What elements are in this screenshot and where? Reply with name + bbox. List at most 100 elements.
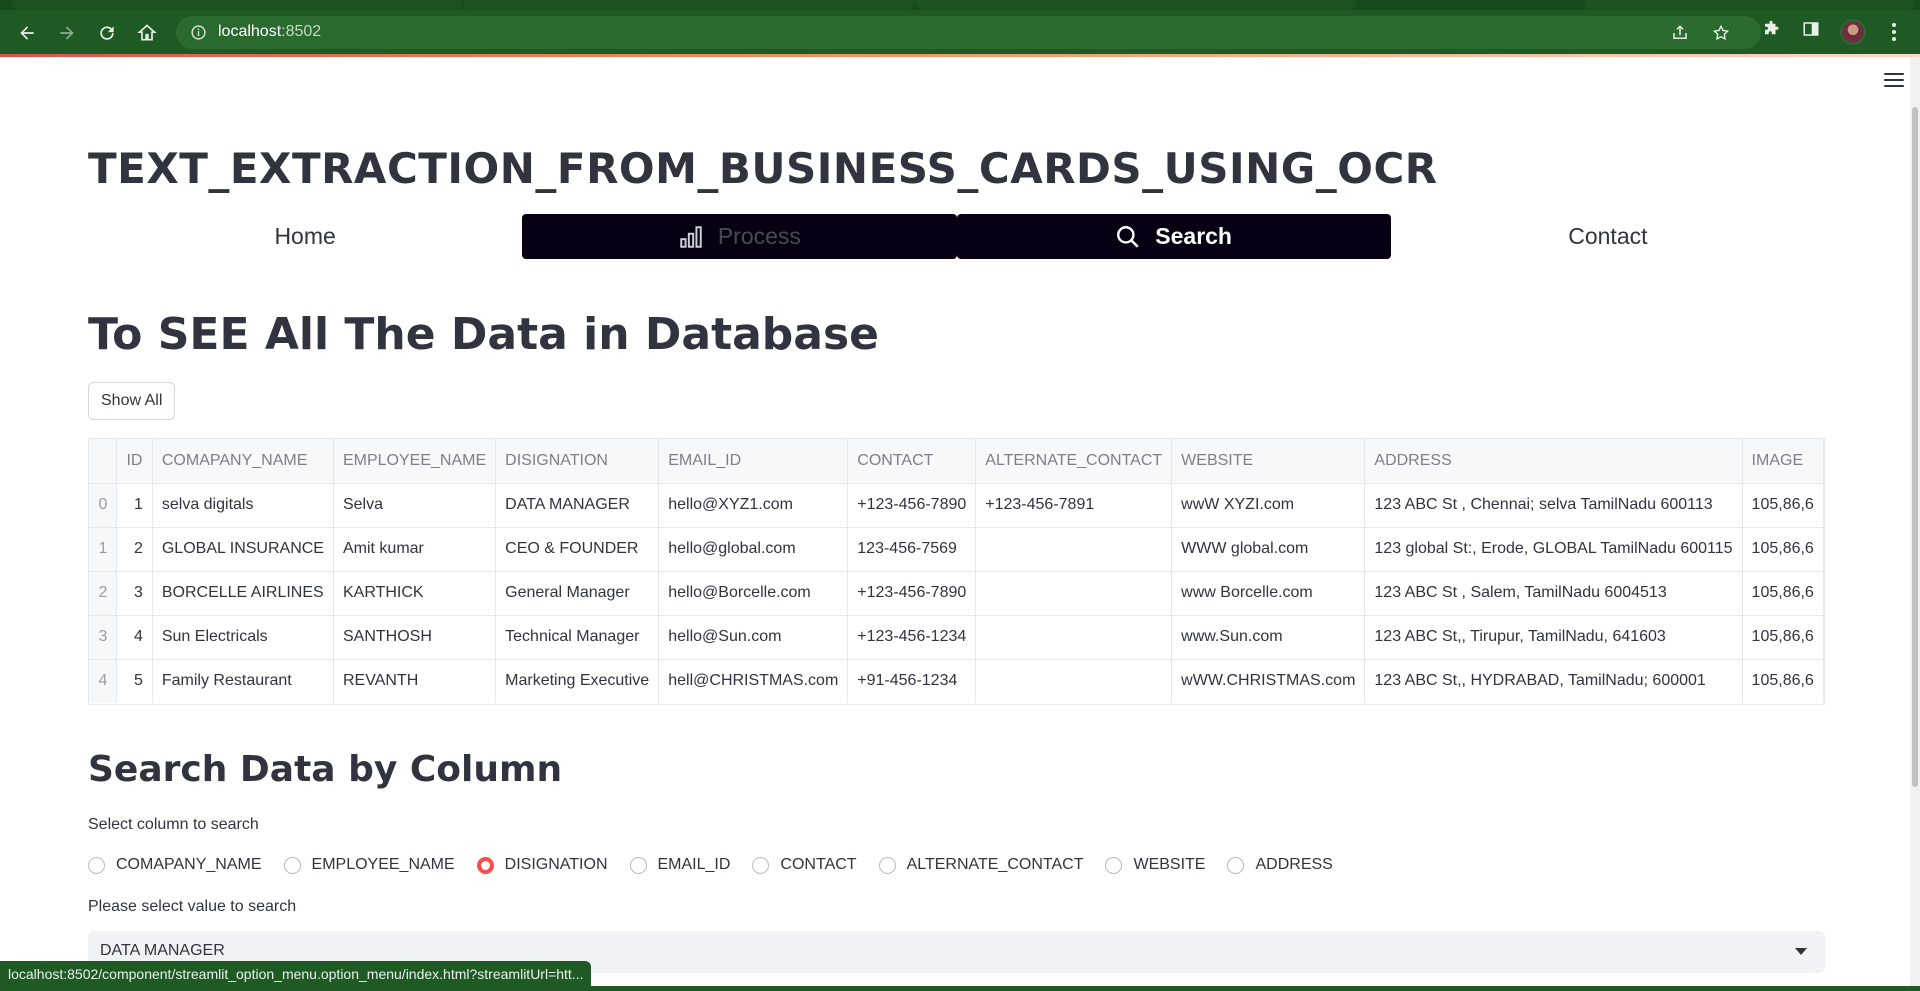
star-icon[interactable] xyxy=(1712,24,1730,42)
table-cell[interactable]: 4 xyxy=(116,615,153,660)
table-cell[interactable] xyxy=(975,571,1173,616)
table-cell[interactable]: hello@Borcelle.com xyxy=(658,571,849,616)
table-cell[interactable]: DATA MANAGER xyxy=(495,483,660,528)
radio-option-address[interactable]: ADDRESS xyxy=(1227,856,1333,874)
table-cell[interactable]: 5 xyxy=(116,659,153,703)
browser-tab[interactable] xyxy=(12,0,462,10)
table-cell[interactable]: 123 ABC St , Salem, TamilNadu 6004513 xyxy=(1364,571,1743,616)
menu-item-home[interactable]: Home xyxy=(88,214,522,259)
table-cell[interactable]: 123 ABC St,, Tirupur, TamilNadu, 641603 xyxy=(1364,615,1743,660)
table-row[interactable]: 4 5 Family Restaurant REVANTH Marketing … xyxy=(89,659,1824,703)
radio-circle[interactable] xyxy=(1227,856,1245,874)
table-row[interactable]: 1 2 GLOBAL INSURANCE Amit kumar CEO & FO… xyxy=(89,527,1824,572)
radio-circle[interactable] xyxy=(878,856,896,874)
table-cell[interactable]: Sun Electricals xyxy=(152,615,334,660)
table-cell[interactable]: wWW.CHRISTMAS.com xyxy=(1171,659,1366,703)
table-cell[interactable]: +123-456-1234 xyxy=(847,615,977,660)
table-row[interactable]: 2 3 BORCELLE AIRLINES KARTHICK General M… xyxy=(89,571,1824,616)
column-header[interactable]: EMAIL_ID xyxy=(658,439,849,484)
scrollbar-thumb[interactable] xyxy=(1912,107,1918,787)
table-cell[interactable]: General Manager xyxy=(495,571,660,616)
reload-button[interactable] xyxy=(92,18,122,48)
table-row[interactable]: 3 4 Sun Electricals SANTHOSH Technical M… xyxy=(89,615,1824,660)
radio-circle[interactable] xyxy=(283,856,301,874)
data-table[interactable]: ID COMAPANY_NAME EMPLOYEE_NAME DISIGNATI… xyxy=(88,438,1825,705)
info-icon[interactable] xyxy=(190,24,207,41)
radio-option-comapany-name[interactable]: COMAPANY_NAME xyxy=(88,856,262,874)
menu-item-search[interactable]: Search xyxy=(956,214,1391,259)
table-cell[interactable]: 105,86,6 xyxy=(1742,571,1824,616)
more-menu-icon[interactable] xyxy=(1884,20,1904,44)
table-cell[interactable]: Marketing Executive xyxy=(495,659,660,703)
home-button[interactable] xyxy=(132,18,162,48)
browser-tab[interactable] xyxy=(464,0,914,10)
table-cell[interactable]: wwW XYZI.com xyxy=(1171,483,1366,528)
table-cell[interactable]: hello@Sun.com xyxy=(658,615,849,660)
radio-option-email-id[interactable]: EMAIL_ID xyxy=(629,856,730,874)
radio-circle[interactable] xyxy=(88,856,105,874)
radio-circle[interactable] xyxy=(629,856,647,874)
table-cell[interactable] xyxy=(975,615,1173,660)
table-cell[interactable]: Amit kumar xyxy=(333,527,497,572)
table-cell[interactable]: CEO & FOUNDER xyxy=(495,527,660,572)
table-cell[interactable]: hello@XYZ1.com xyxy=(658,483,849,528)
radio-option-alternate-contact[interactable]: ALTERNATE_CONTACT xyxy=(878,856,1083,874)
table-cell[interactable]: +123-456-7890 xyxy=(847,483,977,528)
column-header[interactable]: ALTERNATE_CONTACT xyxy=(975,439,1173,484)
radio-option-contact[interactable]: CONTACT xyxy=(752,856,857,874)
table-cell[interactable]: WWW global.com xyxy=(1171,527,1366,572)
page-scrollbar[interactable] xyxy=(1910,57,1920,991)
radio-option-employee-name[interactable]: EMPLOYEE_NAME xyxy=(283,856,455,874)
radio-option-website[interactable]: WEBSITE xyxy=(1105,856,1205,874)
table-cell[interactable]: 3 xyxy=(116,571,153,616)
table-cell[interactable]: selva digitals xyxy=(152,483,334,528)
extensions-icon[interactable] xyxy=(1762,20,1780,38)
table-cell[interactable]: GLOBAL INSURANCE xyxy=(152,527,334,572)
browser-tab[interactable] xyxy=(1585,0,1915,10)
table-cell[interactable]: Technical Manager xyxy=(495,615,660,660)
radio-circle-selected[interactable] xyxy=(476,856,494,874)
table-cell[interactable]: 123 ABC St,, HYDRABAD, TamilNadu; 600001 xyxy=(1364,659,1743,703)
column-header[interactable]: WEBSITE xyxy=(1171,439,1366,484)
table-cell[interactable]: 105,86,6 xyxy=(1742,615,1824,660)
table-cell[interactable]: BORCELLE AIRLINES xyxy=(152,571,334,616)
table-cell[interactable]: Selva xyxy=(333,483,497,528)
column-header[interactable]: CONTACT xyxy=(847,439,977,484)
table-cell[interactable] xyxy=(975,527,1173,572)
back-button[interactable] xyxy=(12,18,42,48)
forward-button[interactable] xyxy=(52,18,82,48)
hamburger-menu-icon[interactable] xyxy=(1884,73,1904,89)
column-header[interactable]: ADDRESS xyxy=(1364,439,1743,484)
table-cell[interactable]: hello@global.com xyxy=(658,527,849,572)
menu-item-contact[interactable]: Contact xyxy=(1391,214,1825,259)
column-header[interactable]: IMAGE xyxy=(1742,439,1824,484)
menu-item-process[interactable]: Process xyxy=(522,214,957,259)
chevron-down-icon[interactable] xyxy=(1795,948,1807,955)
table-cell[interactable]: +123-456-7891 xyxy=(975,483,1173,528)
table-cell[interactable]: 105,86,6 xyxy=(1742,483,1824,528)
radio-option-disignation[interactable]: DISIGNATION xyxy=(476,856,608,874)
column-header[interactable]: COMAPANY_NAME xyxy=(152,439,334,484)
browser-tab[interactable] xyxy=(916,0,1356,10)
table-cell[interactable]: 2 xyxy=(116,527,153,572)
column-header[interactable] xyxy=(89,439,118,484)
table-cell[interactable]: +123-456-7890 xyxy=(847,571,977,616)
table-row[interactable]: 0 1 selva digitals Selva DATA MANAGER he… xyxy=(89,483,1824,528)
radio-circle[interactable] xyxy=(1105,856,1123,874)
table-cell[interactable]: 123 global St:, Erode, GLOBAL TamilNadu … xyxy=(1364,527,1743,572)
table-cell[interactable]: www Borcelle.com xyxy=(1171,571,1366,616)
column-header[interactable]: EMPLOYEE_NAME xyxy=(333,439,497,484)
table-cell[interactable]: 1 xyxy=(116,483,153,528)
table-cell[interactable]: +91-456-1234 xyxy=(847,659,977,703)
radio-circle[interactable] xyxy=(752,856,770,874)
table-cell[interactable]: 123 ABC St , Chennai; selva TamilNadu 60… xyxy=(1364,483,1743,528)
table-cell[interactable]: SANTHOSH xyxy=(333,615,497,660)
table-cell[interactable]: KARTHICK xyxy=(333,571,497,616)
show-all-button[interactable]: Show All xyxy=(88,382,176,420)
table-cell[interactable] xyxy=(975,659,1173,703)
column-header[interactable]: ID xyxy=(116,439,153,484)
share-icon[interactable] xyxy=(1671,24,1689,42)
table-cell[interactable]: 105,86,6 xyxy=(1742,659,1824,703)
table-cell[interactable]: hell@CHRISTMAS.com xyxy=(658,659,849,703)
table-cell[interactable]: 105,86,6 xyxy=(1742,527,1824,572)
